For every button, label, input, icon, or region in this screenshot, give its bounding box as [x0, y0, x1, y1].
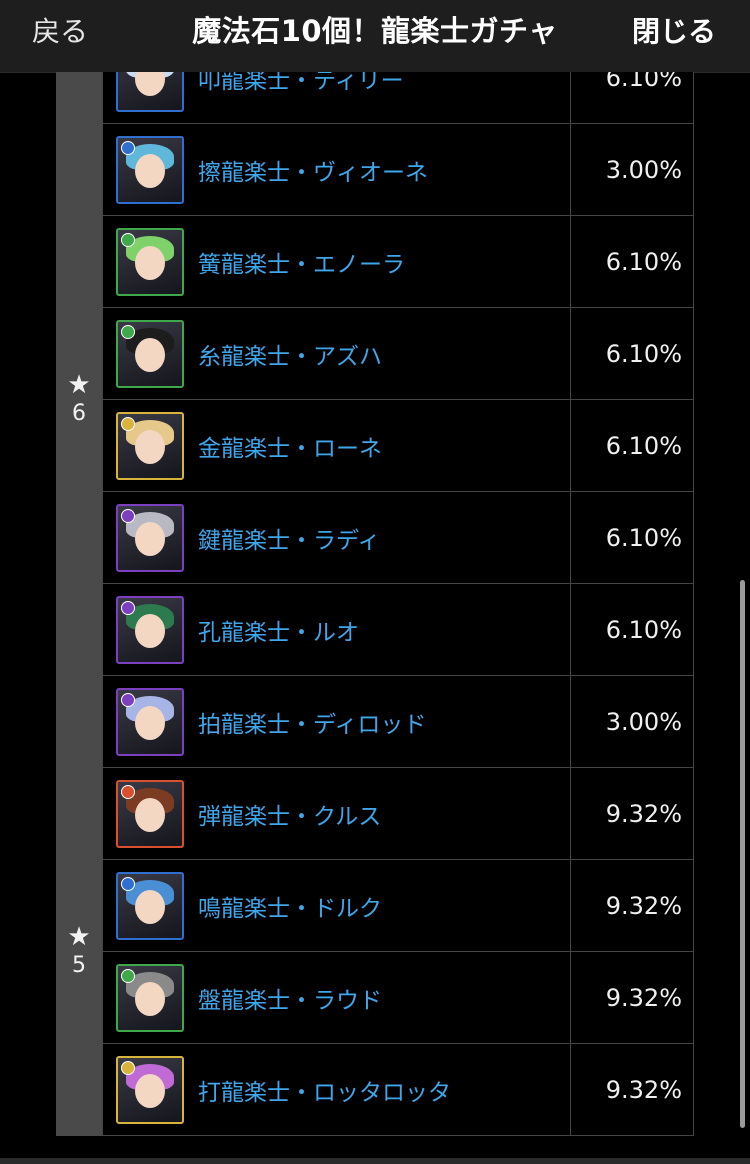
monster-portrait-icon[interactable]: [116, 135, 184, 204]
monster-portrait-icon[interactable]: [116, 227, 184, 296]
rarity-number: 5: [72, 953, 86, 978]
monster-row[interactable]: 弾龍楽士・クルス 9.32%: [102, 768, 694, 860]
drop-rate: 6.10%: [605, 247, 682, 276]
monster-portrait-icon[interactable]: [116, 1055, 184, 1124]
drop-rate: 9.32%: [605, 891, 682, 920]
drop-rate: 6.10%: [605, 615, 682, 644]
rarity-group: ★ 5 弾龍楽士・クルス 9.32% 鳴龍楽士・ドルク 9.32% 盤龍楽士・ラウド 9.32…: [56, 768, 694, 1136]
monster-name-link[interactable]: 弾龍楽士・クルス: [198, 797, 381, 831]
portrait-face: [135, 1073, 165, 1108]
bottom-divider: [0, 1158, 750, 1164]
monster-row[interactable]: 金龍楽士・ローネ 6.10%: [102, 400, 694, 492]
monster-row[interactable]: 盤龍楽士・ラウド 9.32%: [102, 952, 694, 1044]
rarity-cell: ★ 6: [56, 72, 102, 768]
monster-name-cell: 叩龍楽士・ティリー: [103, 72, 571, 123]
portrait-face: [135, 797, 165, 832]
monster-name-cell: 盤龍楽士・ラウド: [103, 952, 571, 1043]
attribute-orb-icon: [121, 140, 135, 155]
monster-name-cell: 拍龍楽士・ディロッド: [103, 676, 571, 767]
monster-portrait-icon[interactable]: [116, 72, 184, 112]
monster-portrait-icon[interactable]: [116, 963, 184, 1032]
portrait-face: [135, 613, 165, 648]
monster-row[interactable]: 糸龍楽士・アズハ 6.10%: [102, 308, 694, 400]
attribute-orb-icon: [121, 600, 135, 615]
monster-name-link[interactable]: 拍龍楽士・ディロッド: [198, 705, 426, 739]
monster-name-link[interactable]: 孔龍楽士・ルオ: [198, 613, 359, 647]
portrait-face: [135, 981, 165, 1016]
drop-rate: 3.00%: [605, 707, 682, 736]
monster-name-link[interactable]: 叩龍楽士・ティリー: [198, 72, 404, 95]
drop-rate: 6.10%: [605, 339, 682, 368]
portrait-face: [135, 521, 165, 556]
monster-row[interactable]: 孔龍楽士・ルオ 6.10%: [102, 584, 694, 676]
attribute-orb-icon: [121, 876, 135, 891]
attribute-orb-icon: [121, 1060, 135, 1075]
monster-name-link[interactable]: 打龍楽士・ロッタロッタ: [198, 1073, 451, 1107]
header-bar: 戻る 魔法石10個！龍楽士ガチャ 閉じる: [0, 0, 750, 73]
monster-name-cell: 簧龍楽士・エノーラ: [103, 216, 571, 307]
monster-name-link[interactable]: 糸龍楽士・アズハ: [198, 337, 382, 371]
drop-rate: 9.32%: [605, 983, 682, 1012]
portrait-face: [135, 429, 165, 464]
monster-portrait-icon[interactable]: [116, 595, 184, 664]
monster-name-cell: 鍵龍楽士・ラディ: [103, 492, 571, 583]
monster-name-cell: 擦龍楽士・ヴィオーネ: [103, 124, 571, 215]
star-icon: ★: [67, 370, 91, 400]
rarity-group: ★ 6 叩龍楽士・ティリー 6.10% 擦龍楽士・ヴィオーネ 3.00% 簧龍楽士・エノーラ…: [56, 72, 694, 768]
monster-portrait-icon[interactable]: [116, 871, 184, 940]
portrait-face: [135, 153, 165, 188]
monster-row[interactable]: 擦龍楽士・ヴィオーネ 3.00%: [102, 124, 694, 216]
close-button[interactable]: 閉じる: [632, 10, 716, 50]
monster-name-link[interactable]: 簧龍楽士・エノーラ: [198, 245, 405, 279]
attribute-orb-icon: [121, 324, 135, 339]
monster-row[interactable]: 拍龍楽士・ディロッド 3.00%: [102, 676, 694, 768]
monster-name-link[interactable]: 鍵龍楽士・ラディ: [198, 521, 380, 555]
monster-portrait-icon[interactable]: [116, 687, 184, 756]
monster-name-cell: 鳴龍楽士・ドルク: [103, 860, 571, 951]
drop-rate: 3.00%: [605, 155, 682, 184]
rarity-number: 6: [72, 401, 86, 426]
star-icon: ★: [67, 922, 91, 952]
monster-portrait-icon[interactable]: [116, 411, 184, 480]
scrollbar[interactable]: [740, 580, 745, 1128]
monster-name-cell: 弾龍楽士・クルス: [103, 768, 571, 859]
portrait-face: [135, 337, 165, 372]
attribute-orb-icon: [121, 692, 135, 707]
portrait-face: [135, 245, 165, 280]
monster-name-link[interactable]: 鳴龍楽士・ドルク: [198, 889, 382, 923]
attribute-orb-icon: [121, 508, 135, 523]
monster-name-cell: 打龍楽士・ロッタロッタ: [103, 1044, 571, 1135]
monster-name-link[interactable]: 金龍楽士・ローネ: [198, 429, 382, 463]
monster-row[interactable]: 打龍楽士・ロッタロッタ 9.32%: [102, 1044, 694, 1136]
monster-name-cell: 金龍楽士・ローネ: [103, 400, 571, 491]
monster-name-link[interactable]: 盤龍楽士・ラウド: [198, 981, 382, 1015]
monster-portrait-icon[interactable]: [116, 319, 184, 388]
attribute-orb-icon: [121, 968, 135, 983]
drop-rate: 9.32%: [605, 799, 682, 828]
portrait-face: [135, 72, 165, 96]
monster-name-cell: 糸龍楽士・アズハ: [103, 308, 571, 399]
attribute-orb-icon: [121, 416, 135, 431]
drop-rate: 6.10%: [605, 523, 682, 552]
drop-rate: 6.10%: [605, 72, 682, 92]
attribute-orb-icon: [121, 232, 135, 247]
attribute-orb-icon: [121, 784, 135, 799]
drop-rate: 9.32%: [605, 1075, 682, 1104]
monster-portrait-icon[interactable]: [116, 779, 184, 848]
drop-rate: 6.10%: [605, 431, 682, 460]
portrait-face: [135, 705, 165, 740]
rarity-cell: ★ 5: [56, 768, 102, 1136]
monster-portrait-icon[interactable]: [116, 503, 184, 572]
monster-name-link[interactable]: 擦龍楽士・ヴィオーネ: [198, 153, 428, 187]
monster-row[interactable]: 鳴龍楽士・ドルク 9.32%: [102, 860, 694, 952]
monster-row[interactable]: 鍵龍楽士・ラディ 6.10%: [102, 492, 694, 584]
monster-name-cell: 孔龍楽士・ルオ: [103, 584, 571, 675]
gacha-rate-table[interactable]: ★ 6 叩龍楽士・ティリー 6.10% 擦龍楽士・ヴィオーネ 3.00% 簧龍楽士・エノーラ…: [0, 72, 750, 1164]
monster-row[interactable]: 簧龍楽士・エノーラ 6.10%: [102, 216, 694, 308]
monster-row[interactable]: 叩龍楽士・ティリー 6.10%: [102, 72, 694, 124]
portrait-face: [135, 889, 165, 924]
